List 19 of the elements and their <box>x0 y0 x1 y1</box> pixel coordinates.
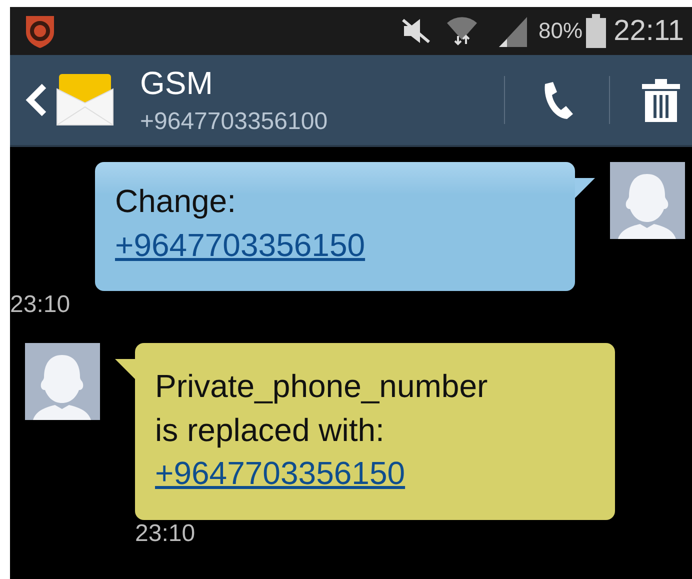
message-text: Private_phone_number is replaced with: <box>155 367 489 450</box>
message-text: Change: <box>115 182 236 221</box>
message-time: 23:10 <box>135 520 196 547</box>
phone-link[interactable]: +9647703356150 <box>115 224 366 268</box>
clock: 22:11 <box>614 14 684 48</box>
battery-percent: 80% <box>538 18 583 44</box>
contact-name: GSM <box>140 64 214 102</box>
signal-icon <box>496 15 529 47</box>
contact-number: +9647703356100 <box>140 108 329 136</box>
message-time: 23:10 <box>10 291 70 318</box>
delete-icon[interactable] <box>642 78 680 122</box>
avatar-icon <box>610 162 685 239</box>
wifi-icon <box>444 14 479 48</box>
avatar-icon <box>25 343 100 420</box>
back-icon[interactable] <box>24 82 48 118</box>
mute-icon <box>400 17 431 45</box>
shield-icon[interactable] <box>24 13 56 49</box>
phone-link[interactable]: +9647703356150 <box>155 452 406 496</box>
battery-icon <box>586 14 606 48</box>
